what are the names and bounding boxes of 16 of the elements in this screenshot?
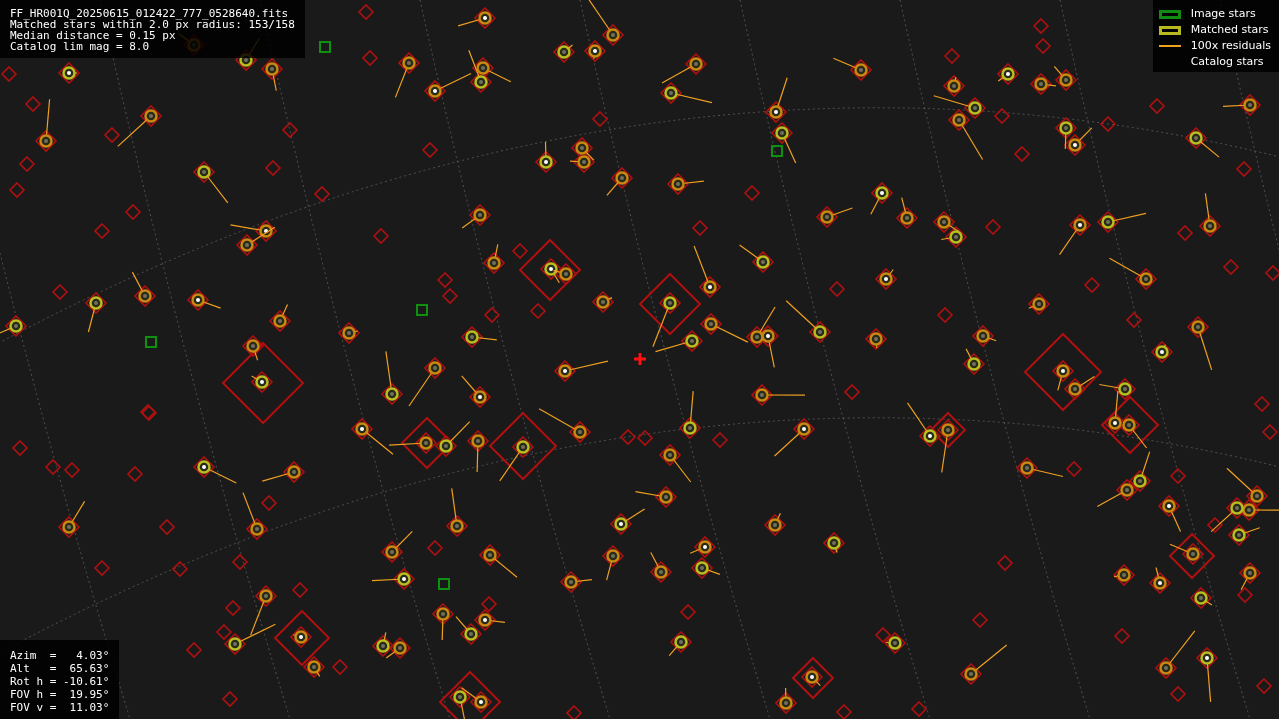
pointing-text: Rot h = -10.61° [10,676,110,687]
info-text: Median distance = 0.15 px [10,30,176,41]
pointing-text: Alt = 65.63° [10,663,110,674]
legend-label: Matched stars [1190,21,1269,38]
pointing-text: FOV v = 11.03° [10,702,110,713]
line-icon [1158,45,1181,47]
rectangle-icon [1158,9,1181,19]
info-text: FF_HR001Q_20250615_012422_777_0528640.fits [10,8,290,19]
rectangle-outline-icon [1158,25,1181,35]
info-text: Matched stars within 2.0 px radius: 153/158 [10,19,295,30]
pointing-text: Azim = 4.03° [10,650,110,661]
legend-label: 100x residuals [1190,37,1271,54]
legend-label: Image stars [1190,5,1256,22]
info-text: Catalog lim mag = 8.0 [10,41,151,52]
legend-label: Catalog stars [1190,53,1264,70]
pointing-text: FOV h = 19.95° [10,689,110,700]
